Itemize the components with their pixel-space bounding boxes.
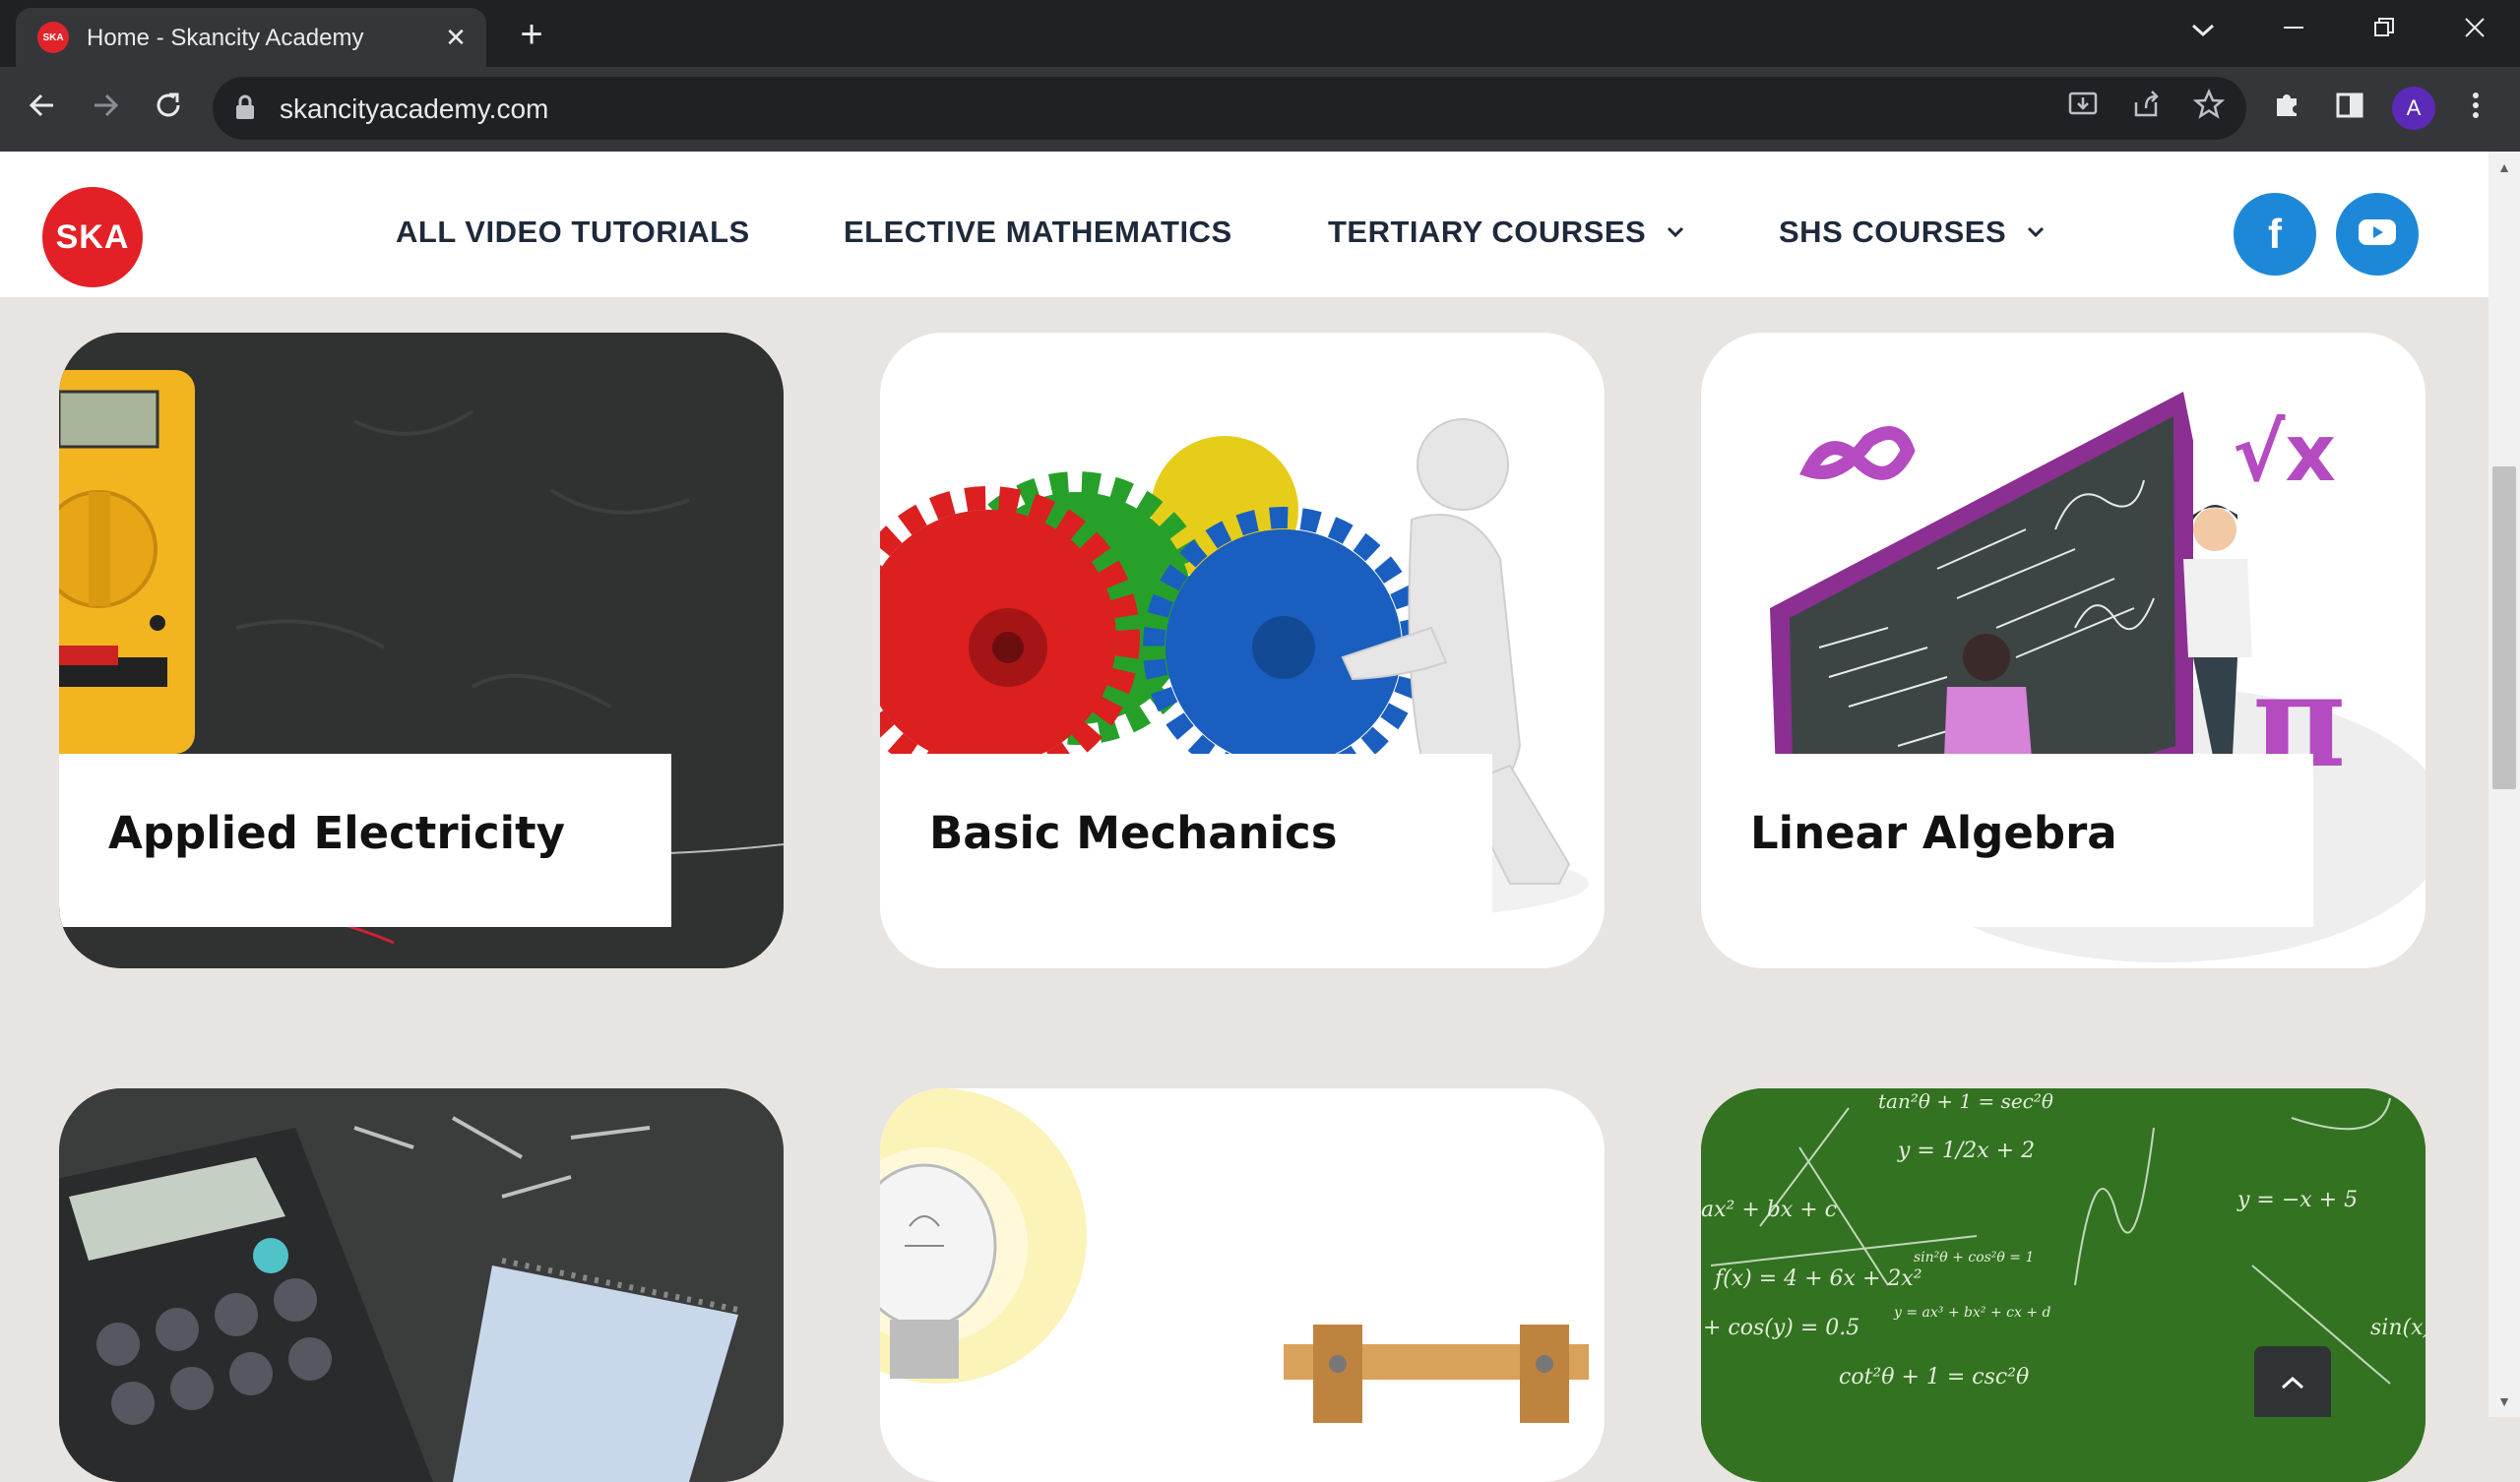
chevron-down-icon (2027, 218, 2045, 244)
youtube-button[interactable] (2336, 193, 2419, 276)
facebook-icon: f (2268, 211, 2282, 257)
share-icon[interactable] (2126, 89, 2166, 128)
new-tab-button[interactable]: + (510, 14, 553, 57)
course-card-green-chalkboard[interactable]: tan²θ + 1 = sec²θ y = 1/2x + 2 ax² + bx … (1701, 1088, 2426, 1482)
chalk-equation: y = 1/2x + 2 (1897, 1139, 2035, 1163)
address-bar[interactable]: skancityacademy.com (213, 77, 2246, 140)
back-to-top-button[interactable] (2254, 1346, 2331, 1417)
chalk-equation: + cos(y) = 0.5 (1703, 1316, 1859, 1340)
bookmark-star-icon[interactable] (2189, 88, 2229, 128)
nav-shs-courses[interactable]: SHS COURSES (1779, 215, 2045, 250)
nav-elective-mathematics[interactable]: ELECTIVE MATHEMATICS (844, 215, 1232, 250)
nav-label: ELECTIVE MATHEMATICS (844, 215, 1232, 249)
browser-tab[interactable]: SKA Home - Skancity Academy ✕ (16, 8, 486, 67)
close-window-button[interactable] (2445, 10, 2504, 49)
card-title[interactable]: Linear Algebra (1750, 807, 2313, 859)
chevron-down-icon (1667, 218, 1684, 244)
card-title-panel: Linear Algebra (1701, 754, 2313, 927)
nav-all-video-tutorials[interactable]: ALL VIDEO TUTORIALS (396, 215, 750, 250)
chalk-equation: ax² + bx + c (1701, 1198, 1837, 1222)
site-header: SKA ALL VIDEO TUTORIALS ELECTIVE MATHEMA… (0, 152, 2488, 297)
forward-icon[interactable] (83, 87, 128, 132)
tab-title: Home - Skancity Academy (87, 25, 364, 51)
site-logo[interactable]: SKA (42, 187, 143, 287)
facebook-button[interactable]: f (2234, 193, 2316, 276)
nav-label: TERTIARY COURSES (1328, 215, 1647, 249)
chevron-up-icon (2281, 1376, 2304, 1389)
course-card-calculator[interactable] (59, 1088, 784, 1482)
reload-icon[interactable] (146, 87, 191, 132)
svg-text:√x: √x (2233, 407, 2336, 499)
chalk-equation: f(x) = 4 + 6x + 2x² (1713, 1266, 1922, 1291)
chalk-equation: sin²θ + cos²θ = 1 (1914, 1250, 2034, 1266)
calculator-and-notepad-image (59, 1088, 784, 1482)
menu-kebab-icon[interactable] (2453, 87, 2498, 132)
scroll-up-arrow-icon[interactable]: ▲ (2488, 159, 2520, 175)
page-scrollbar[interactable]: ▲ ▼ (2488, 152, 2520, 1417)
youtube-icon (2358, 217, 2397, 252)
browser-toolbar: skancityacademy.com A (0, 67, 2520, 152)
back-icon[interactable] (20, 87, 65, 132)
scroll-down-arrow-icon[interactable]: ▼ (2488, 1393, 2520, 1409)
green-chalkboard-equations-image: tan²θ + 1 = sec²θ y = 1/2x + 2 ax² + bx … (1701, 1088, 2426, 1482)
chalk-equation: y = −x + 5 (2236, 1188, 2358, 1212)
nav-label: ALL VIDEO TUTORIALS (396, 215, 750, 249)
chalk-equation: tan²θ + 1 = sec²θ (1878, 1089, 2053, 1113)
install-app-icon[interactable] (2063, 89, 2103, 128)
card-title[interactable]: Applied Electricity (108, 807, 671, 859)
tab-favicon-icon: SKA (37, 22, 69, 53)
card-title[interactable]: Basic Mechanics (929, 807, 1492, 859)
course-card-linear-algebra[interactable]: √x π Linear Algebra (1701, 333, 2426, 968)
chalk-equation: sin(x) (2370, 1316, 2426, 1340)
tab-close-icon[interactable]: ✕ (439, 21, 472, 54)
nav-label: SHS COURSES (1779, 215, 2007, 249)
url-text[interactable]: skancityacademy.com (280, 93, 548, 125)
card-title-panel: Applied Electricity (59, 754, 671, 927)
light-bulb-circuit-image (880, 1088, 1605, 1482)
course-card-light-bulb[interactable] (880, 1088, 1605, 1482)
course-card-applied-electricity[interactable]: Applied Electricity (59, 333, 784, 968)
profile-avatar[interactable]: A (2392, 87, 2435, 130)
minimize-button[interactable] (2264, 10, 2323, 49)
chalk-equation: y = ax³ + bx² + cx + d (1893, 1305, 2050, 1321)
restore-button[interactable] (2355, 10, 2414, 49)
course-card-basic-mechanics[interactable]: Basic Mechanics (880, 333, 1605, 968)
browser-tab-strip: SKA Home - Skancity Academy ✕ + (0, 0, 2520, 67)
extensions-puzzle-icon[interactable] (2264, 87, 2309, 132)
side-panel-icon[interactable] (2327, 87, 2372, 132)
tab-search-icon[interactable] (2174, 10, 2233, 49)
lock-icon[interactable] (234, 94, 260, 122)
chalk-equation: cot²θ + 1 = csc²θ (1839, 1365, 2029, 1389)
nav-tertiary-courses[interactable]: TERTIARY COURSES (1328, 215, 1684, 250)
scrollbar-thumb[interactable] (2492, 466, 2516, 789)
card-title-panel: Basic Mechanics (880, 754, 1492, 927)
